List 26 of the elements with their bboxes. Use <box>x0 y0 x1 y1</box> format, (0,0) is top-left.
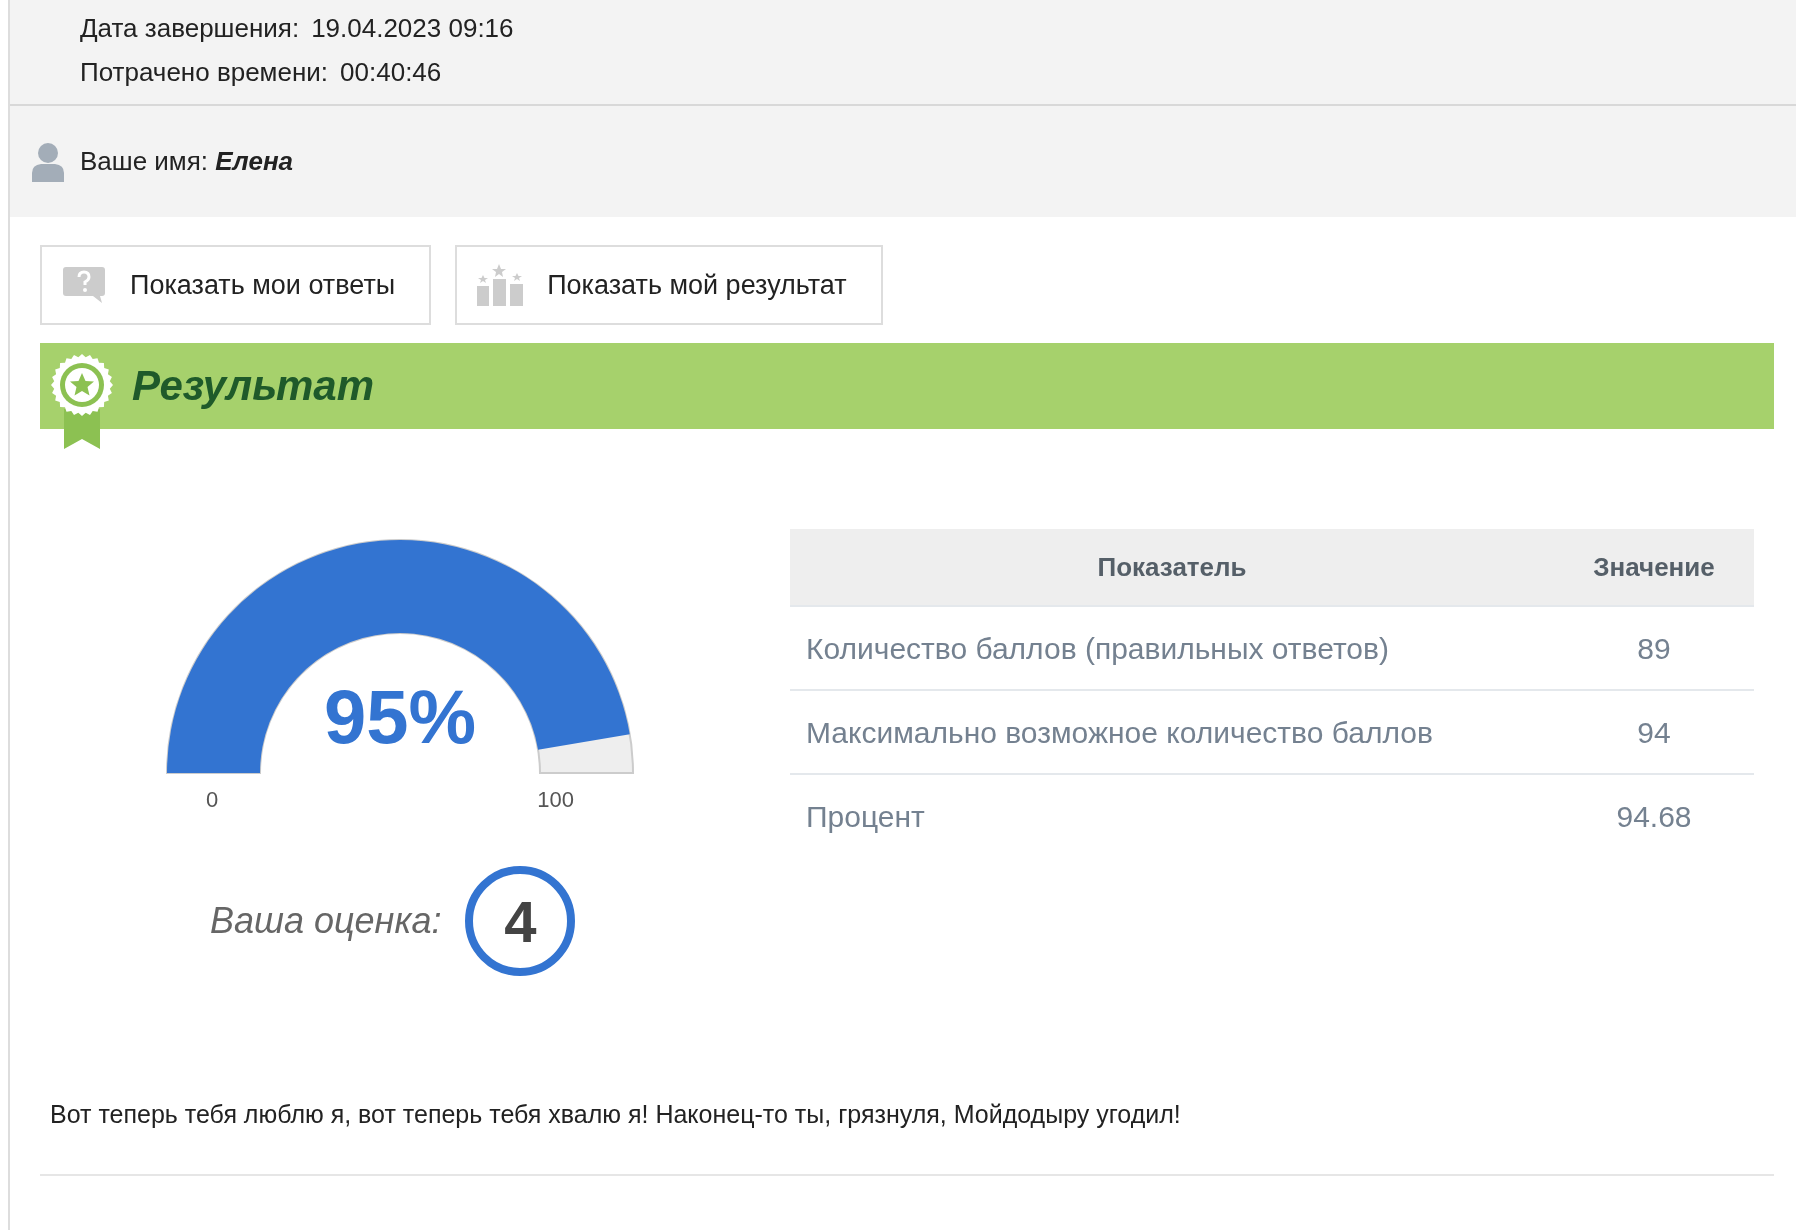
table-cell: 94 <box>1554 690 1754 774</box>
question-bubble-icon <box>62 265 106 305</box>
detail-value: 19.04.2023 09:16 <box>311 13 514 43</box>
table-cell: Процент <box>790 774 1554 858</box>
detail-label: Потрачено времени: <box>80 57 329 87</box>
table-cell: Количество баллов (правильных ответов) <box>790 606 1554 690</box>
detail-value: 00:40:46 <box>340 57 442 87</box>
user-icon <box>32 141 64 182</box>
result-message: Вот теперь тебя люблю я, вот теперь тебя хвалю я! Наконец-то ты, грязнуля, Мойдодыру угодил! <box>49 1099 1182 1130</box>
name-label: Ваше имя: <box>80 146 209 176</box>
table-cell: 94.68 <box>1554 774 1754 858</box>
grade-circle: 4 <box>465 866 576 976</box>
column-header: Значение <box>1554 529 1754 606</box>
show-button[interactable]: Показать мой результат <box>455 245 883 325</box>
section-title: Результат <box>132 360 375 411</box>
show-button[interactable]: Показать мои ответы <box>40 245 432 325</box>
table-cell: Максимально возможное количество баллов <box>790 690 1554 774</box>
gauge-value: 95% <box>323 679 477 755</box>
grade-label: Ваша оценка: <box>210 899 442 943</box>
gauge-min-label: 0 <box>206 786 219 814</box>
podium-icon <box>477 264 524 306</box>
table-cell: 89 <box>1554 606 1754 690</box>
column-header: Показатель <box>790 529 1554 606</box>
detail-label: Дата завершения: <box>80 13 300 43</box>
user-name: Елена <box>215 146 294 176</box>
gauge-max-label: 100 <box>537 786 574 814</box>
